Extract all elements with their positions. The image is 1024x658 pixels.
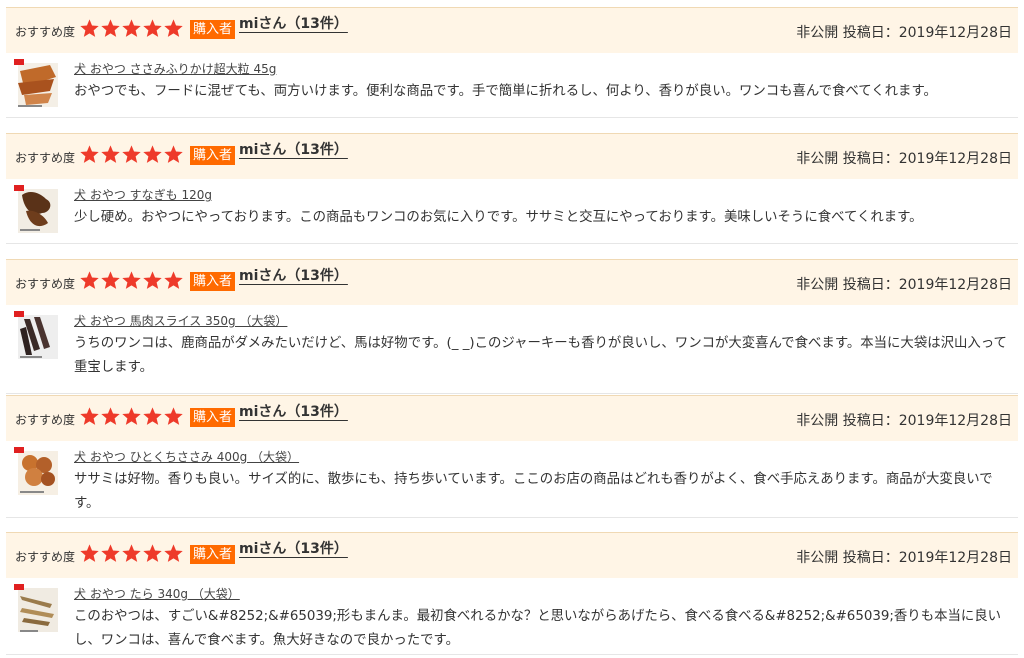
reviewer-name-link[interactable]: miさん（13件） bbox=[239, 401, 348, 421]
review-item: おすすめ度 購入者 miさん（13件） 非公開 投稿日：2019年12月28日 … bbox=[6, 133, 1018, 244]
buyer-badge: 購入者 bbox=[190, 20, 236, 39]
star-rating bbox=[79, 543, 184, 565]
star-icon bbox=[164, 19, 183, 37]
star-rating bbox=[79, 18, 184, 40]
reviewer-name-link[interactable]: miさん（13件） bbox=[239, 13, 348, 33]
reviewer-name-link[interactable]: miさん（13件） bbox=[239, 538, 348, 558]
reviewer-name-link[interactable]: miさん（13件） bbox=[239, 139, 348, 159]
star-icon bbox=[164, 407, 183, 425]
star-icon bbox=[80, 145, 99, 163]
review-header: おすすめ度 購入者 miさん（13件） 非公開 投稿日：2019年12月28日 bbox=[6, 532, 1018, 578]
review-body: 犬 おやつ すなぎも 120g 少し硬め。おやつにやっております。この商品もワン… bbox=[6, 179, 1018, 244]
review-meta: 非公開 投稿日：2019年12月28日 bbox=[796, 277, 1012, 293]
product-link[interactable]: 犬 おやつ 馬肉スライス 350g （大袋） bbox=[74, 312, 287, 329]
star-icon bbox=[101, 19, 120, 37]
rating-label: おすすめ度 bbox=[15, 25, 76, 39]
review-item: おすすめ度 購入者 miさん（13件） 非公開 投稿日：2019年12月28日 … bbox=[6, 532, 1018, 655]
star-icon bbox=[122, 145, 141, 163]
product-thumbnail-icon[interactable] bbox=[10, 445, 66, 501]
product-link[interactable]: 犬 おやつ たら 340g （大袋） bbox=[74, 585, 240, 602]
review-meta: 非公開 投稿日：2019年12月28日 bbox=[796, 25, 1012, 41]
star-icon bbox=[122, 19, 141, 37]
star-icon bbox=[101, 407, 120, 425]
rating-label: おすすめ度 bbox=[15, 550, 76, 564]
star-icon bbox=[101, 271, 120, 289]
star-icon bbox=[164, 271, 183, 289]
rating-label: おすすめ度 bbox=[15, 151, 76, 165]
star-icon bbox=[143, 407, 162, 425]
product-link[interactable]: 犬 おやつ すなぎも 120g bbox=[74, 186, 212, 203]
product-thumbnail-icon[interactable] bbox=[10, 309, 66, 365]
review-body: 犬 おやつ たら 340g （大袋） このおやつは、すごい&#8252;&#65… bbox=[6, 578, 1018, 655]
review-header: おすすめ度 購入者 miさん（13件） 非公開 投稿日：2019年12月28日 bbox=[6, 259, 1018, 305]
star-icon bbox=[80, 407, 99, 425]
rating-label: おすすめ度 bbox=[15, 277, 76, 291]
review-meta: 非公開 投稿日：2019年12月28日 bbox=[796, 413, 1012, 429]
star-icon bbox=[122, 271, 141, 289]
review-body: 犬 おやつ ひとくちささみ 400g （大袋） ササミは好物。香りも良い。サイズ… bbox=[6, 441, 1018, 518]
review-text: うちのワンコは、鹿商品がダメみたいだけど、馬は好物です。(_ _)このジャーキー… bbox=[74, 336, 1007, 375]
star-icon bbox=[101, 544, 120, 562]
review-meta: 非公開 投稿日：2019年12月28日 bbox=[796, 550, 1012, 566]
review-header: おすすめ度 購入者 miさん（13件） 非公開 投稿日：2019年12月28日 bbox=[6, 133, 1018, 179]
review-body: 犬 おやつ 馬肉スライス 350g （大袋） うちのワンコは、鹿商品がダメみたい… bbox=[6, 305, 1018, 394]
review-text: おやつでも、フードに混ぜても、両方いけます。便利な商品です。手で簡単に折れるし、… bbox=[74, 84, 937, 99]
star-icon bbox=[143, 271, 162, 289]
review-text: ササミは好物。香りも良い。サイズ的に、散歩にも、持ち歩いています。ここのお店の商… bbox=[74, 472, 993, 511]
product-thumbnail-icon[interactable] bbox=[10, 183, 66, 239]
buyer-badge: 購入者 bbox=[190, 272, 236, 291]
review-header: おすすめ度 購入者 miさん（13件） 非公開 投稿日：2019年12月28日 bbox=[6, 395, 1018, 441]
star-icon bbox=[164, 145, 183, 163]
star-rating bbox=[79, 406, 184, 428]
product-thumbnail-icon[interactable] bbox=[10, 582, 66, 638]
rating-label: おすすめ度 bbox=[15, 413, 76, 427]
star-rating bbox=[79, 144, 184, 166]
star-icon bbox=[80, 19, 99, 37]
product-thumbnail-icon[interactable] bbox=[10, 57, 66, 113]
star-icon bbox=[101, 145, 120, 163]
buyer-badge: 購入者 bbox=[190, 146, 236, 165]
star-icon bbox=[164, 544, 183, 562]
reviewer-name-link[interactable]: miさん（13件） bbox=[239, 265, 348, 285]
star-icon bbox=[143, 544, 162, 562]
star-rating bbox=[79, 270, 184, 292]
review-text: このおやつは、すごい&#8252;&#65039;形もまんま。最初食べれるかな？… bbox=[74, 609, 1002, 648]
review-text: 少し硬め。おやつにやっております。この商品もワンコのお気に入りです。ササミと交互… bbox=[74, 210, 923, 225]
review-meta: 非公開 投稿日：2019年12月28日 bbox=[796, 151, 1012, 167]
review-item: おすすめ度 購入者 miさん（13件） 非公開 投稿日：2019年12月28日 … bbox=[6, 259, 1018, 394]
review-item: おすすめ度 購入者 miさん（13件） 非公開 投稿日：2019年12月28日 … bbox=[6, 395, 1018, 518]
buyer-badge: 購入者 bbox=[190, 545, 236, 564]
star-icon bbox=[143, 19, 162, 37]
star-icon bbox=[80, 271, 99, 289]
product-link[interactable]: 犬 おやつ ひとくちささみ 400g （大袋） bbox=[74, 448, 299, 465]
buyer-badge: 購入者 bbox=[190, 408, 236, 427]
review-body: 犬 おやつ ささみふりかけ超大粒 45g おやつでも、フードに混ぜても、両方いけ… bbox=[6, 53, 1018, 118]
star-icon bbox=[122, 544, 141, 562]
star-icon bbox=[143, 145, 162, 163]
star-icon bbox=[122, 407, 141, 425]
review-item: おすすめ度 購入者 miさん（13件） 非公開 投稿日：2019年12月28日 … bbox=[6, 7, 1018, 118]
review-header: おすすめ度 購入者 miさん（13件） 非公開 投稿日：2019年12月28日 bbox=[6, 7, 1018, 53]
product-link[interactable]: 犬 おやつ ささみふりかけ超大粒 45g bbox=[74, 60, 276, 77]
star-icon bbox=[80, 544, 99, 562]
